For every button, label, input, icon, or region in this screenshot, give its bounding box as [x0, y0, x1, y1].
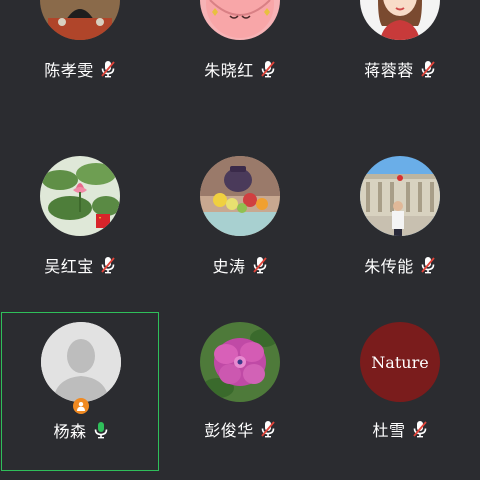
participant-name: 史涛 — [212, 257, 246, 276]
participant-tile-active-speaker[interactable]: 杨森 — [1, 312, 159, 471]
participant-name: 朱晓红 — [204, 61, 254, 80]
mic-muted-icon — [252, 256, 268, 274]
participant-tile[interactable]: 朱传能 — [320, 156, 480, 316]
participant-tile[interactable]: 史涛 — [160, 156, 320, 316]
avatar — [41, 322, 121, 402]
participant-name: 杨森 — [53, 422, 87, 441]
mic-muted-icon — [412, 420, 428, 438]
mic-muted-icon — [260, 420, 276, 438]
avatar — [200, 156, 280, 236]
avatar — [200, 0, 280, 40]
mic-muted-icon — [260, 60, 276, 78]
mic-muted-icon — [420, 60, 436, 78]
mic-muted-icon — [100, 60, 116, 78]
avatar — [40, 156, 120, 236]
avatar: Nature — [360, 322, 440, 402]
participant-name: 朱传能 — [364, 257, 414, 276]
mic-muted-icon — [420, 256, 436, 274]
avatar — [360, 0, 440, 40]
participant-tile[interactable]: Nature 杜雪 — [320, 312, 480, 472]
participant-tile[interactable]: 彭俊华 — [160, 312, 320, 472]
participant-tile[interactable]: 吴红宝 — [0, 156, 160, 316]
avatar — [40, 0, 120, 40]
avatar — [360, 156, 440, 236]
participant-tile[interactable]: 蒋蓉蓉 — [320, 0, 480, 120]
mic-muted-icon — [100, 256, 116, 274]
mic-active-icon — [93, 421, 109, 439]
participant-name: 杜雪 — [372, 421, 406, 440]
nature-avatar-text: Nature — [371, 352, 429, 372]
participant-name: 蒋蓉蓉 — [364, 61, 414, 80]
participant-tile[interactable]: 陈孝雯 — [0, 0, 160, 120]
participant-name: 彭俊华 — [204, 421, 254, 440]
participant-name: 陈孝雯 — [44, 61, 94, 80]
host-badge-icon — [73, 398, 89, 414]
participant-name: 吴红宝 — [44, 257, 94, 276]
participant-tile[interactable]: 朱晓红 — [160, 0, 320, 120]
avatar — [200, 322, 280, 402]
participant-grid: 陈孝雯 朱晓红 蒋蓉蓉 吴红宝 史涛 朱传能 杨森 彭俊华 Nature 杜雪 — [0, 0, 480, 480]
